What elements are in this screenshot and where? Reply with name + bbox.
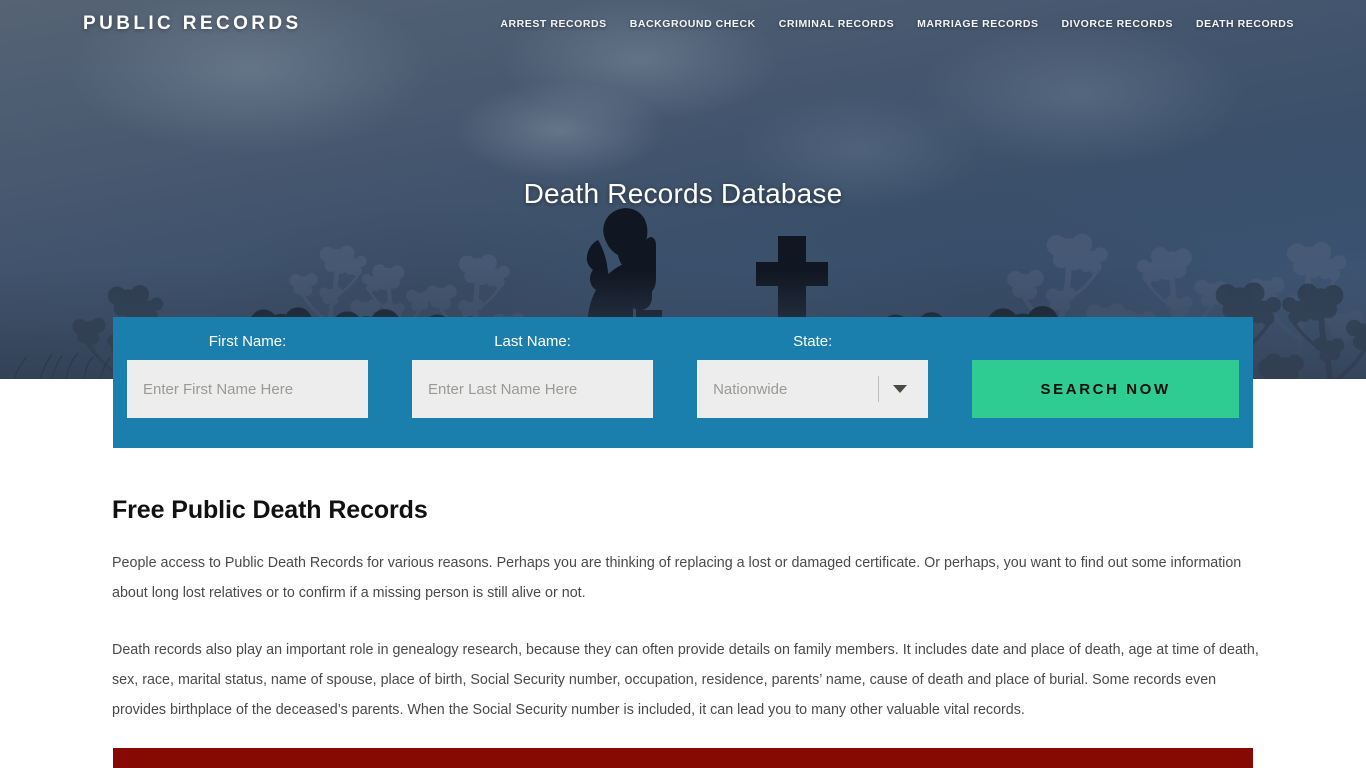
hero-title: Death Records Database	[523, 178, 843, 209]
details-paragraph: Death records also play an important rol…	[112, 642, 1259, 718]
state-select[interactable]: Nationwide	[697, 360, 929, 418]
search-fields-row: First Name: Last Name: State: Nationwide…	[127, 333, 1239, 418]
site-header: PUBLIC RECORDS ARREST RECORDS BACKGROUND…	[0, 0, 1366, 48]
last-name-label: Last Name:	[494, 333, 571, 350]
first-name-label: First Name:	[208, 333, 287, 350]
last-name-field-group: Last Name:	[412, 333, 654, 418]
nav-item-arrest-records[interactable]: ARREST RECORDS	[500, 18, 606, 30]
accent-bar	[113, 748, 1253, 768]
state-field-group: State: Nationwide	[697, 333, 929, 418]
nav-item-divorce-records[interactable]: DIVORCE RECORDS	[1062, 18, 1174, 30]
nav-item-criminal-records[interactable]: CRIMINAL RECORDS	[779, 18, 894, 30]
intro-paragraph: People access to Public Death Records fo…	[112, 555, 1242, 601]
last-name-input[interactable]	[412, 360, 654, 418]
state-label: State:	[793, 333, 833, 350]
record-search-form: First Name: Last Name: State: Nationwide…	[113, 317, 1253, 448]
first-name-field-group: First Name:	[127, 333, 369, 418]
main-navigation: ARREST RECORDS BACKGROUND CHECK CRIMINAL…	[500, 18, 1294, 30]
brand-logo[interactable]: PUBLIC RECORDS	[83, 13, 302, 35]
page-title: Free Public Death Records	[112, 496, 428, 524]
select-divider	[878, 376, 880, 402]
state-select-value: Nationwide	[713, 380, 788, 398]
first-name-input[interactable]	[127, 360, 369, 418]
search-now-button[interactable]: SEARCH NOW	[972, 360, 1239, 418]
nav-item-death-records[interactable]: DEATH RECORDS	[1196, 18, 1294, 30]
nav-item-marriage-records[interactable]: MARRIAGE RECORDS	[917, 18, 1038, 30]
nav-item-background-check[interactable]: BACKGROUND CHECK	[630, 18, 756, 30]
chevron-down-icon	[893, 385, 908, 393]
